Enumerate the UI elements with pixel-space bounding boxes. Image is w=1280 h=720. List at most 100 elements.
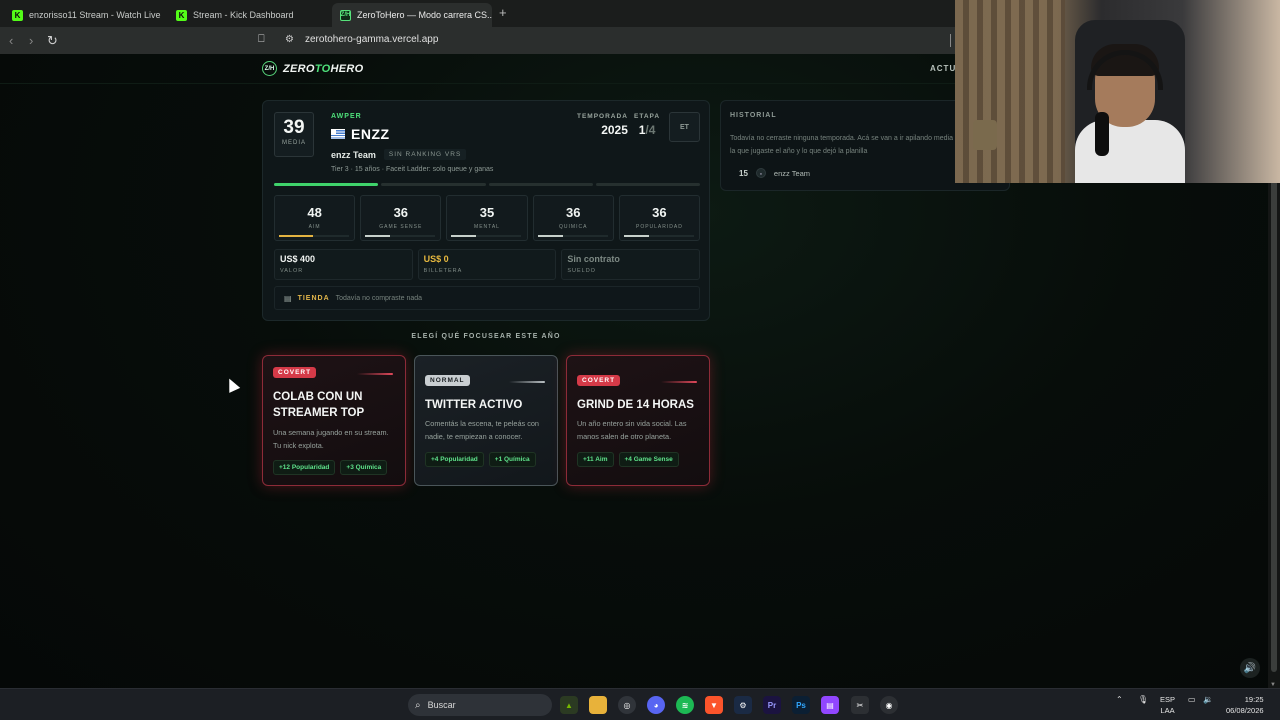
focus-card[interactable]: COVERT GRIND DE 14 HORAS Un año entero s… bbox=[566, 355, 710, 486]
uruguay-flag-icon bbox=[331, 129, 345, 139]
tab-title: enzorisso11 Stream - Watch Live bbox=[29, 10, 161, 20]
money-value: US$ 0 bbox=[423, 254, 449, 264]
media-box: 39 MEDIA bbox=[274, 112, 314, 157]
microphone-icon[interactable]: 🎙 bbox=[1138, 695, 1148, 704]
media-label: MEDIA bbox=[281, 140, 306, 146]
stats-row: 48 AIM 36 GAME SENSE 35 MENTAL 36 QUIMICA 36 POPU… bbox=[274, 195, 701, 241]
spotify-icon[interactable]: ≋ bbox=[676, 696, 694, 714]
money-box: US$ 400 VALOR bbox=[274, 249, 413, 280]
rarity-line bbox=[509, 381, 545, 383]
forward-icon[interactable]: › bbox=[29, 33, 33, 48]
season-block: TEMPORADA 2025 bbox=[577, 113, 628, 137]
history-desc: Todavía no cerraste ninguna temporada. A… bbox=[730, 135, 967, 155]
history-title: HISTORIAL bbox=[730, 112, 777, 119]
focus-title: GRIND DE 14 HORAS bbox=[577, 399, 694, 411]
divider bbox=[950, 34, 951, 47]
focus-card[interactable]: COVERT COLAB CON UN STREAMER TOP Una sem… bbox=[262, 355, 406, 486]
sound-icon[interactable]: 🔊 bbox=[1240, 658, 1260, 678]
money-box: Sin contrato SUELDO bbox=[561, 249, 701, 280]
taskbar-clock[interactable]: 19:25 06/08/2026 bbox=[1226, 694, 1264, 716]
network-icon[interactable]: ▭ bbox=[1188, 695, 1196, 704]
stat-bar-fill bbox=[365, 235, 391, 237]
focus-card[interactable]: NORMAL TWITTER ACTIVO Comentás la escena… bbox=[414, 355, 558, 486]
stat-value: 36 bbox=[393, 205, 409, 220]
brave-icon[interactable]: ▼ bbox=[705, 696, 723, 714]
steam-icon[interactable]: ⚙ bbox=[734, 696, 752, 714]
premiere-icon[interactable]: Pr bbox=[763, 696, 781, 714]
stage-progress bbox=[274, 183, 700, 186]
shop-bar[interactable]: ▤ TIENDA Todavía no compraste nada bbox=[274, 286, 700, 310]
season-value: 2025 bbox=[601, 123, 628, 137]
photoshop-icon[interactable]: Ps bbox=[792, 696, 810, 714]
discord-icon[interactable]: ◕ bbox=[647, 696, 665, 714]
focus-tag: +4 Game Sense bbox=[618, 452, 679, 467]
stat-value: 35 bbox=[479, 205, 495, 220]
stat-value: 48 bbox=[307, 205, 322, 220]
player-role: AWPER bbox=[331, 113, 362, 120]
shop-desc: Todavía no compraste nada bbox=[335, 294, 423, 302]
stat-box: 35 MENTAL bbox=[446, 195, 528, 241]
language-indicator[interactable]: ESP LAA bbox=[1160, 694, 1175, 716]
site-logo[interactable]: Z/H ZEROTOHERO bbox=[262, 61, 363, 76]
steam-overlay-icon[interactable]: ◎ bbox=[618, 696, 636, 714]
url-field[interactable]: zerotohero-gamma.vercel.app bbox=[305, 34, 438, 45]
money-value: US$ 400 bbox=[280, 254, 316, 264]
browser-tab[interactable]: K enzorisso11 Stream - Watch Live bbox=[4, 3, 162, 27]
folder-icon[interactable] bbox=[589, 696, 607, 714]
site-info-icon[interactable]: ⚙ bbox=[285, 34, 294, 45]
tab-title: Stream - Kick Dashboard bbox=[193, 10, 294, 20]
rank-badge: SIN RANKING VRS bbox=[383, 149, 467, 160]
player-name-row: ENZZ bbox=[331, 126, 390, 142]
progress-segment bbox=[381, 183, 486, 186]
taskbar-search[interactable]: ⌕ Buscar bbox=[408, 694, 552, 716]
nvidia-icon[interactable]: ▲ bbox=[560, 696, 578, 714]
rarity-badge: COVERT bbox=[577, 375, 621, 386]
focus-title: TWITTER ACTIVO bbox=[425, 399, 523, 411]
tier-info: Tier 3 · 15 años · Faceit Ladder: solo q… bbox=[331, 166, 494, 173]
money-label: VALOR bbox=[280, 268, 304, 274]
progress-segment bbox=[595, 183, 700, 186]
season-label: TEMPORADA bbox=[577, 113, 628, 120]
webcam-shirt bbox=[1075, 120, 1185, 183]
reload-icon[interactable]: ↻ bbox=[47, 33, 58, 49]
stat-bar bbox=[279, 235, 349, 237]
logo-text: ZEROTOHERO bbox=[283, 62, 364, 75]
team-name: enzz Team bbox=[331, 149, 376, 160]
stat-bar-fill bbox=[279, 235, 313, 237]
team-row: enzz Team SIN RANKING VRS bbox=[331, 149, 467, 160]
stat-label: AIM bbox=[308, 224, 321, 230]
stat-box: 36 POPULARIDAD bbox=[618, 195, 701, 241]
et-button[interactable]: ET bbox=[669, 112, 700, 142]
windows-start-icon[interactable] bbox=[381, 696, 398, 713]
browser-tab-active[interactable]: Z/H ZeroToHero — Modo carrera CS... ✕ bbox=[332, 3, 492, 27]
stat-box: 36 QUIMICA bbox=[532, 195, 614, 241]
kick-logo-icon: K bbox=[12, 9, 23, 21]
zth-logo-icon: Z/H bbox=[340, 9, 351, 21]
browser-tab[interactable]: K Stream - Kick Dashboard bbox=[168, 3, 328, 27]
focus-desc: Una semana jugando en su stream. Tu nick… bbox=[273, 428, 389, 450]
search-icon: ⌕ bbox=[415, 699, 421, 711]
back-icon[interactable]: ‹ bbox=[9, 33, 13, 48]
obs-icon[interactable]: ◉ bbox=[880, 696, 898, 714]
new-tab-icon[interactable]: + bbox=[499, 5, 507, 20]
mouse-cursor-icon bbox=[223, 376, 241, 393]
focus-tag: +1 Química bbox=[488, 452, 536, 467]
stat-bar bbox=[365, 235, 436, 237]
stat-bar-fill bbox=[451, 235, 476, 237]
twitch-icon[interactable]: ▤ bbox=[821, 696, 839, 714]
capcut-icon[interactable]: ✂ bbox=[851, 696, 869, 714]
stat-box: 48 AIM bbox=[274, 195, 356, 241]
stat-label: QUIMICA bbox=[559, 224, 588, 230]
stage-label: ETAPA bbox=[634, 113, 661, 120]
focus-title: COLAB CON UN STREAMER TOP bbox=[273, 391, 365, 419]
money-box: US$ 0 BILLETERA bbox=[417, 249, 557, 280]
stage-block: ETAPA 1/4 bbox=[634, 113, 660, 137]
media-value: 39 bbox=[283, 117, 305, 138]
volume-icon[interactable]: 🔉 bbox=[1203, 695, 1213, 704]
bookmark-icon[interactable]: ⎕ bbox=[258, 33, 265, 46]
choose-focus-title: ELEGÍ QUÉ FOCUSEAR ESTE AÑO bbox=[411, 333, 561, 340]
chevron-up-icon[interactable]: ⌃ bbox=[1116, 695, 1123, 704]
windows-taskbar: ⌕ Buscar ▲ ◎ ◕ ≋ ▼ ⚙ Pr Ps ▤ ✂ ◉ ⌃ 🎙 ESP… bbox=[0, 688, 1280, 720]
stat-bar bbox=[537, 235, 608, 237]
focus-tag: +11 Aim bbox=[577, 452, 614, 467]
